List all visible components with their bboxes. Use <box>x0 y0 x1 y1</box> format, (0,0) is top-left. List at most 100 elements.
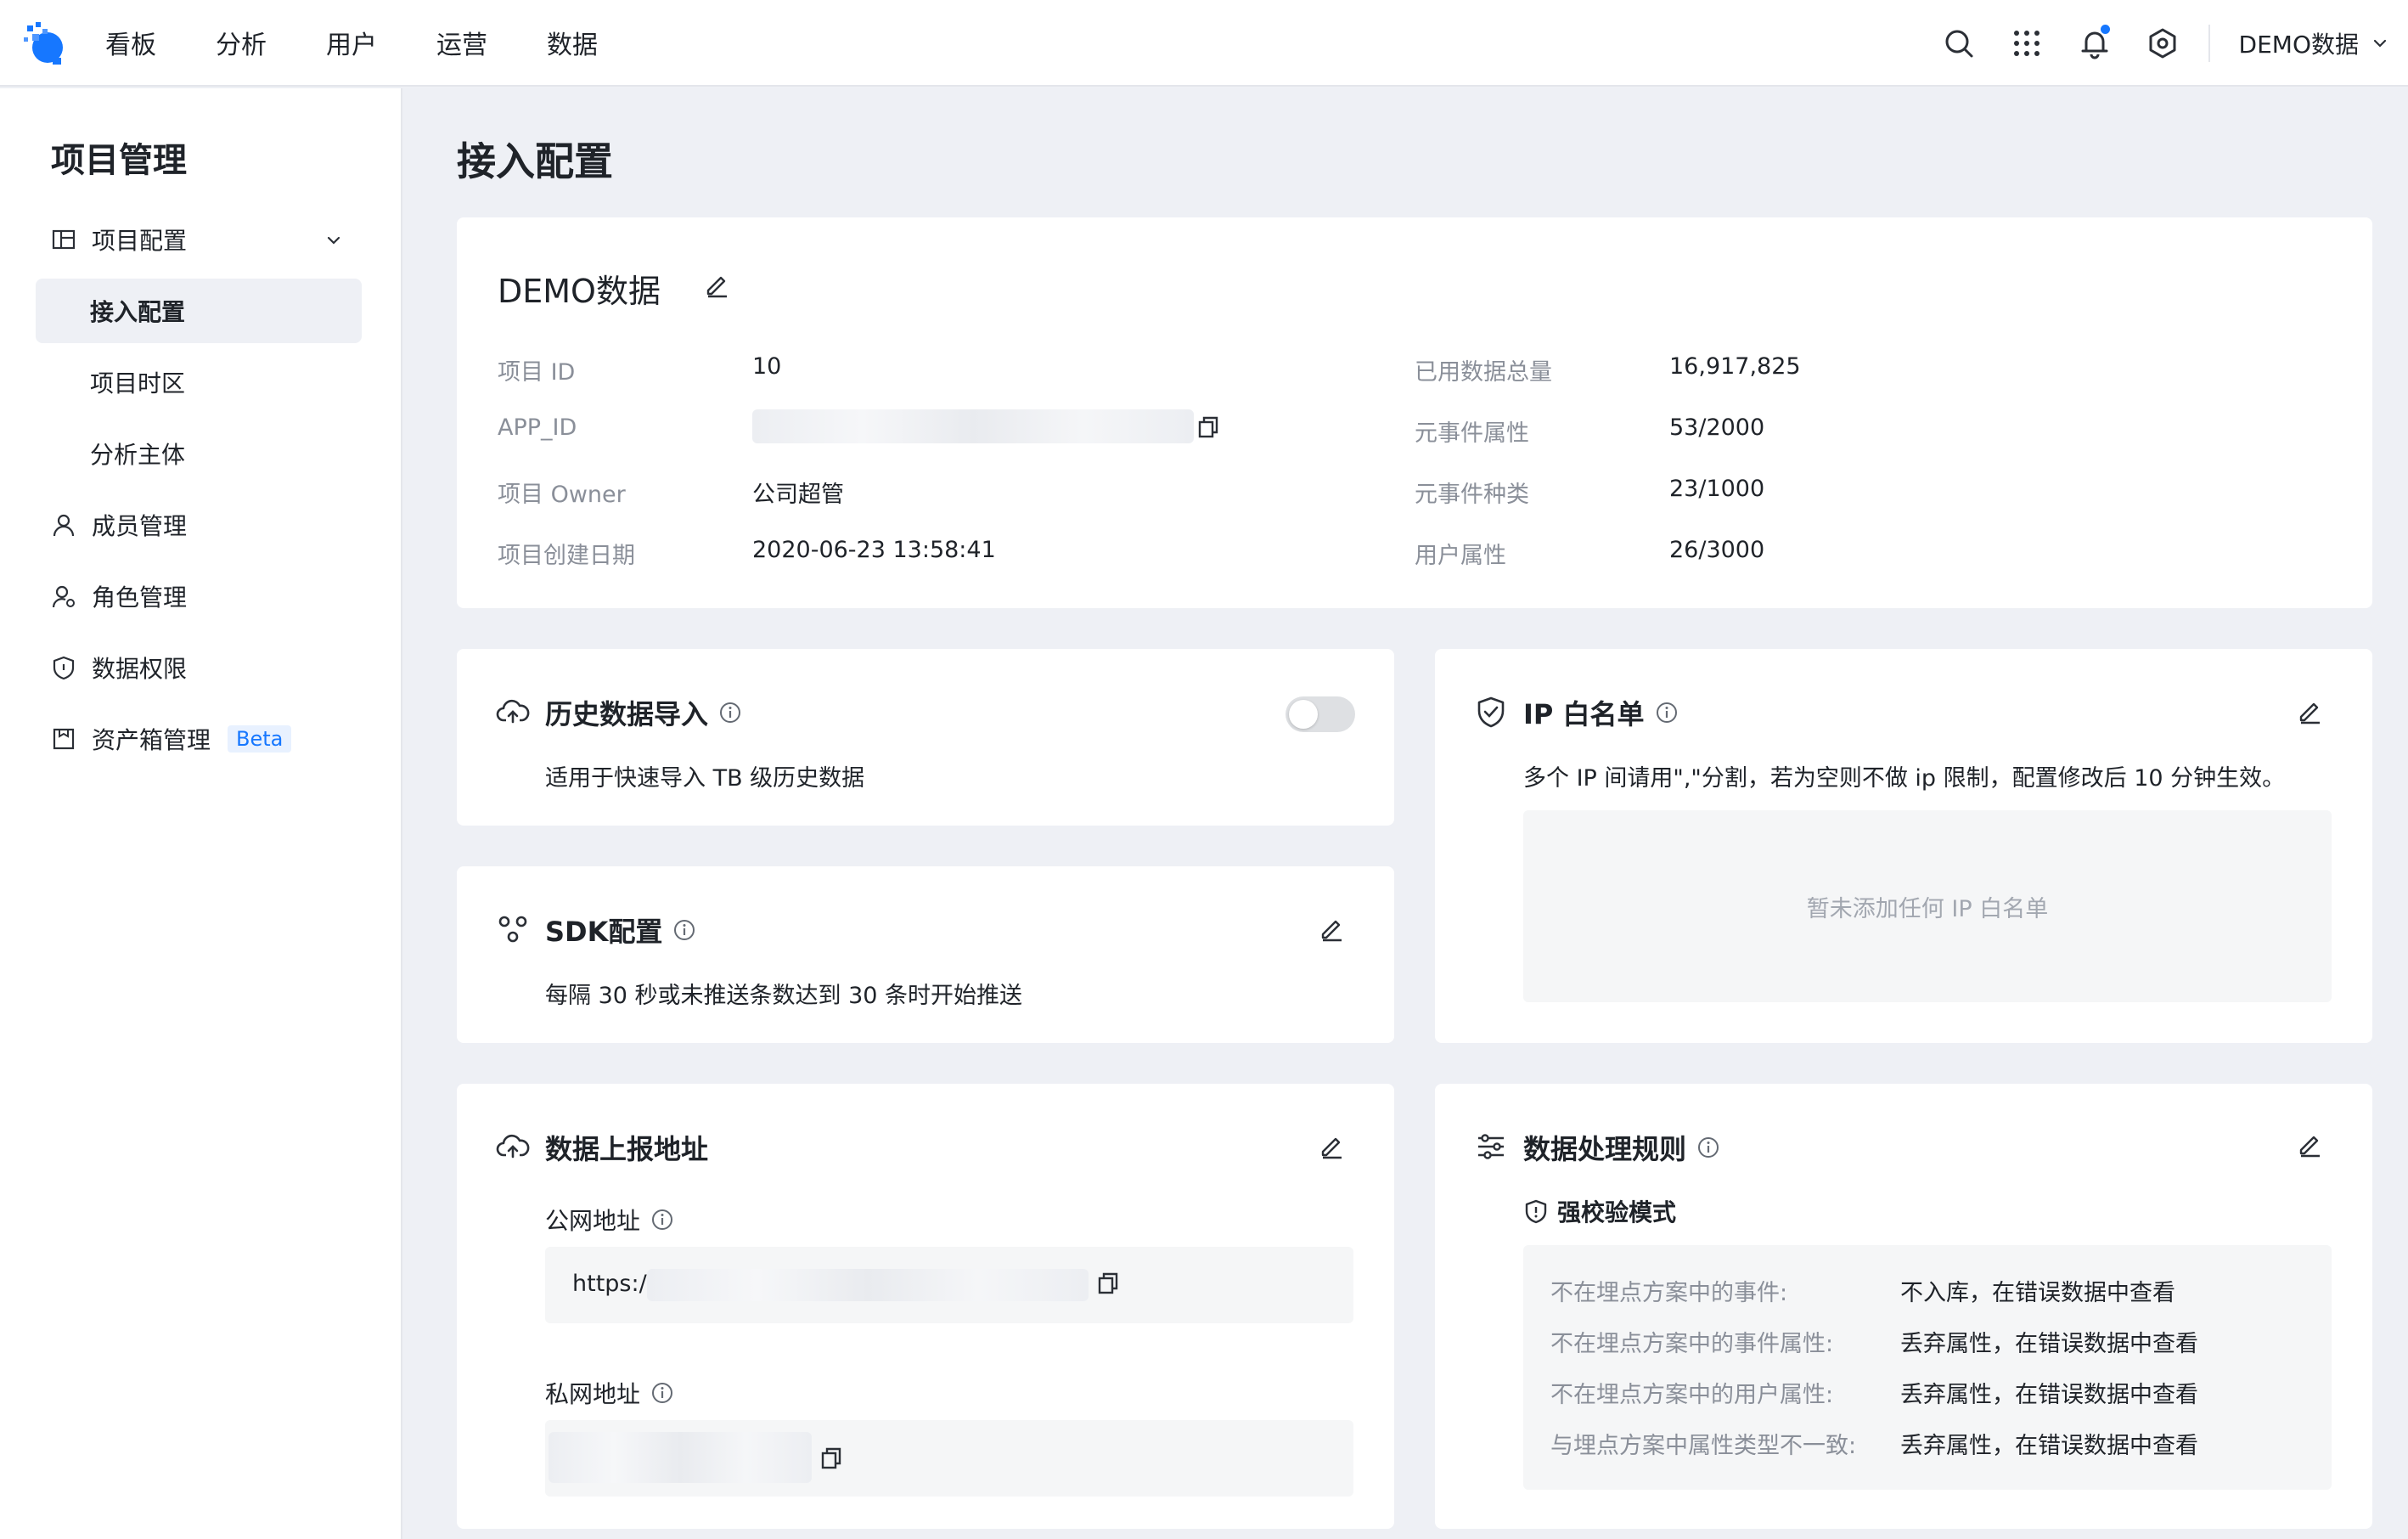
ip-whitelist-empty-state: 暂未添加任何 IP 白名单 <box>1523 810 2332 1002</box>
nav-users[interactable]: 用户 <box>326 24 377 61</box>
sidebar-item-label: 分析主体 <box>90 441 186 469</box>
report-address-title-text: 数据上报地址 <box>545 1133 709 1165</box>
rule-label: 不在埋点方案中的事件: <box>1550 1280 1788 1306</box>
private-address-field[interactable] <box>545 1420 1353 1497</box>
private-address-label-text: 私网地址 <box>545 1380 641 1408</box>
app-id-label: APP_ID <box>498 414 577 441</box>
edit-data-rules-button[interactable] <box>2296 1130 2325 1158</box>
data-rules-title: 数据处理规则 <box>1523 1128 1720 1167</box>
sidebar-item-label: 成员管理 <box>92 512 188 540</box>
info-icon[interactable] <box>718 701 742 724</box>
info-icon[interactable] <box>1696 1136 1720 1159</box>
project-selector[interactable]: DEMO数据 <box>2239 26 2389 60</box>
info-icon[interactable] <box>650 1381 674 1405</box>
rule-value: 丢弃属性，在错误数据中查看 <box>1900 1382 2198 1408</box>
rule-label: 不在埋点方案中的事件属性: <box>1550 1331 1834 1357</box>
history-import-card: 历史数据导入 适用于快速导入 TB 级历史数据 <box>457 649 1394 826</box>
copy-private-address-button[interactable] <box>819 1446 844 1471</box>
app-logo-icon[interactable] <box>20 19 68 66</box>
project-created-label: 项目创建日期 <box>498 543 635 569</box>
project-owner-value: 公司超管 <box>752 482 844 508</box>
settings-gear-icon[interactable] <box>2146 26 2180 60</box>
sidebar-item-access-config[interactable]: 接入配置 <box>36 279 362 343</box>
sidebar-title: 项目管理 <box>51 141 187 180</box>
rule-label: 与埋点方案中属性类型不一致: <box>1550 1433 1857 1459</box>
edit-sdk-config-button[interactable] <box>1318 914 1347 943</box>
event-props-label: 元事件属性 <box>1415 420 1529 447</box>
edit-report-address-button[interactable] <box>1318 1131 1347 1160</box>
ip-whitelist-card: IP 白名单 多个 IP 间请用","分割，若为空则不做 ip 限制，配置修改后… <box>1435 649 2372 1043</box>
chevron-down-icon <box>2373 39 2387 48</box>
sidebar-item-roles[interactable]: 角色管理 <box>36 564 362 629</box>
copy-icon <box>1198 416 1218 438</box>
nav-analysis[interactable]: 分析 <box>216 24 267 61</box>
shield-icon <box>1525 1199 1547 1224</box>
user-props-value: 26/3000 <box>1669 537 1765 563</box>
history-import-toggle[interactable] <box>1286 696 1355 732</box>
box-icon <box>51 726 76 752</box>
rule-label: 不在埋点方案中的用户属性: <box>1550 1382 1834 1408</box>
sidebar-item-timezone[interactable]: 项目时区 <box>36 350 362 414</box>
nav-dashboard[interactable]: 看板 <box>105 24 156 61</box>
info-icon[interactable] <box>672 918 696 942</box>
sdk-config-card: SDK配置 每隔 30 秒或未推送条数达到 30 条时开始推送 <box>457 866 1394 1043</box>
project-name-text: DEMO数据 <box>498 273 661 310</box>
bell-icon[interactable] <box>2078 25 2112 60</box>
pencil-icon <box>1321 920 1342 942</box>
top-right-tools: DEMO数据 <box>1942 0 2408 87</box>
copy-app-id-button[interactable] <box>1196 414 1221 440</box>
layout-icon <box>51 227 76 252</box>
role-icon <box>51 583 76 609</box>
nav-data[interactable]: 数据 <box>547 24 598 61</box>
sidebar-item-project-config[interactable]: 项目配置 <box>36 207 362 272</box>
shield-icon <box>51 655 76 680</box>
project-id-label: 项目 ID <box>498 359 576 386</box>
sidebar-item-label: 角色管理 <box>92 583 188 612</box>
sdk-config-title-text: SDK配置 <box>545 916 663 948</box>
toolbar-divider <box>2208 25 2210 62</box>
history-import-desc: 适用于快速导入 TB 级历史数据 <box>545 765 865 792</box>
chevron-down-icon <box>327 236 340 245</box>
sidebar-item-data-permissions[interactable]: 数据权限 <box>36 635 362 700</box>
public-address-label: 公网地址 <box>545 1203 674 1237</box>
app-grid-icon[interactable] <box>2010 26 2044 60</box>
event-types-label: 元事件种类 <box>1415 482 1529 508</box>
beta-badge: Beta <box>228 725 292 753</box>
public-address-field[interactable]: https:/ <box>545 1247 1353 1323</box>
copy-icon <box>1098 1272 1118 1294</box>
sidebar-item-label: 资产箱管理 <box>92 726 211 754</box>
nodes-icon <box>496 912 530 946</box>
sidebar-item-asset-box[interactable]: 资产箱管理 Beta <box>36 707 362 771</box>
project-id-value: 10 <box>752 353 782 380</box>
edit-project-name-button[interactable] <box>703 270 732 299</box>
data-rules-title-text: 数据处理规则 <box>1523 1133 1687 1165</box>
public-address-label-text: 公网地址 <box>545 1207 641 1235</box>
top-navigation-bar: 看板 分析 用户 运营 数据 DEMO数据 <box>0 0 2408 87</box>
sidebar-item-label: 数据权限 <box>92 655 188 683</box>
event-props-value: 53/2000 <box>1669 414 1765 441</box>
sdk-config-title: SDK配置 <box>545 910 696 950</box>
sidebar: 项目管理 项目配置 接入配置 项目时区 分析主体 成员管理 角色管理 数据权限 <box>0 88 402 1539</box>
info-icon[interactable] <box>650 1208 674 1232</box>
edit-ip-whitelist-button[interactable] <box>2296 696 2325 725</box>
info-icon[interactable] <box>1655 701 1679 724</box>
ip-whitelist-desc: 多个 IP 间请用","分割，若为空则不做 ip 限制，配置修改后 10 分钟生… <box>1523 765 2286 792</box>
notification-dot <box>2100 25 2110 34</box>
nav-operations[interactable]: 运营 <box>436 24 487 61</box>
pencil-icon <box>2299 702 2320 724</box>
history-import-title: 历史数据导入 <box>545 693 742 732</box>
cloud-upload-icon <box>496 695 530 729</box>
ip-whitelist-empty-text: 暂未添加任何 IP 白名单 <box>1806 895 2049 922</box>
page-title: 接入配置 <box>457 138 613 184</box>
sidebar-item-members[interactable]: 成员管理 <box>36 493 362 557</box>
data-used-label: 已用数据总量 <box>1415 359 1552 386</box>
project-info-card: DEMO数据 项目 ID 10 APP_ID 项目 Owner 公司超管 项目创… <box>457 217 2372 608</box>
sidebar-item-analysis-subject[interactable]: 分析主体 <box>36 421 362 486</box>
copy-public-address-button[interactable] <box>1095 1271 1121 1296</box>
project-selector-label: DEMO数据 <box>2238 31 2359 59</box>
app-id-value-redacted <box>752 409 1194 443</box>
search-icon[interactable] <box>1942 26 1976 60</box>
report-address-card: 数据上报地址 公网地址 https:/ 私网地址 <box>457 1084 1394 1529</box>
shield-check-icon <box>1474 695 1508 729</box>
user-props-label: 用户属性 <box>1415 543 1506 569</box>
